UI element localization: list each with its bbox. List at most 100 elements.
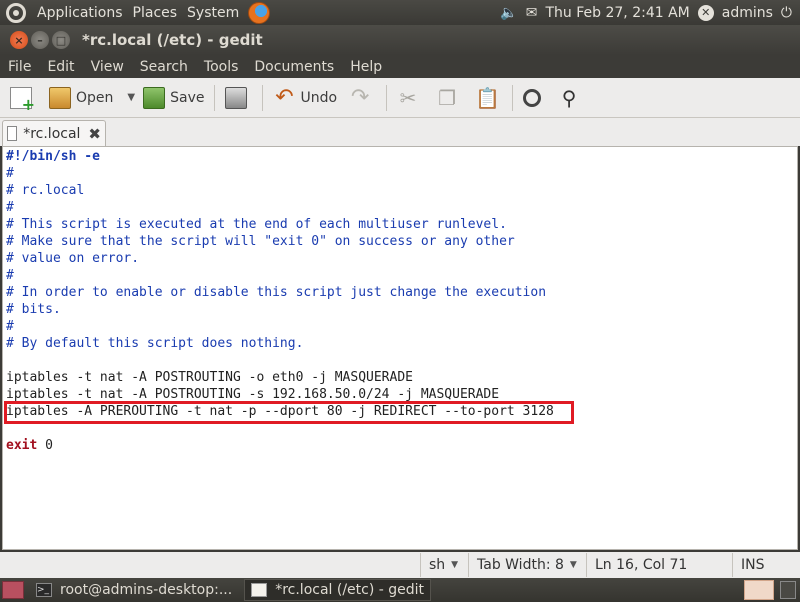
cut-button[interactable]: ✂ <box>391 82 430 114</box>
code-line[interactable]: # This script is executed at the end of … <box>6 216 794 233</box>
clipboard-icon: 📋 <box>475 85 500 110</box>
close-window-button[interactable]: × <box>10 31 28 49</box>
paste-button[interactable]: 📋 <box>469 82 508 114</box>
replace-button[interactable]: ⚲ <box>552 82 591 114</box>
code-line[interactable] <box>6 352 794 369</box>
user-icon[interactable]: ✕ <box>697 4 714 21</box>
toolbar-separator <box>386 84 388 111</box>
terminal-icon: >_ <box>36 583 52 597</box>
menu-search[interactable]: Search <box>132 59 196 75</box>
toolbar: Open ▼ Save ↶ Undo ↷ ✂ ❐ 📋 ⚲ <box>0 78 800 118</box>
taskbar-item-label: root@admins-desktop:... <box>60 582 233 598</box>
chevron-down-icon: ▼ <box>569 560 577 570</box>
code-line[interactable]: # By default this script does nothing. <box>6 335 794 352</box>
taskbar-item-terminal[interactable]: >_ root@admins-desktop:... <box>30 579 238 601</box>
copy-icon: ❐ <box>438 85 457 110</box>
window-titlebar[interactable]: × – □ *rc.local (/etc) - gedit <box>0 25 800 55</box>
copy-button[interactable]: ❐ <box>430 82 469 114</box>
code-line[interactable]: iptables -t nat -A POSTROUTING -o eth0 -… <box>6 369 794 386</box>
insert-mode: INS <box>732 553 800 577</box>
menu-file[interactable]: File <box>0 59 39 75</box>
bottom-panel: >_ root@admins-desktop:... *rc.local (/e… <box>0 578 800 602</box>
code-line[interactable]: # rc.local <box>6 182 794 199</box>
undo-button[interactable]: ↶ Undo <box>267 82 343 114</box>
folder-icon <box>49 86 71 109</box>
code-line[interactable]: #!/bin/sh -e <box>6 148 794 165</box>
save-label: Save <box>170 89 205 106</box>
minimize-window-button[interactable]: – <box>31 31 49 49</box>
maximize-window-button[interactable]: □ <box>52 31 70 49</box>
code-line[interactable]: # <box>6 165 794 182</box>
text-editor[interactable]: #!/bin/sh -e # # rc.local # # This script is… <box>2 146 798 550</box>
insert-mode-label: INS <box>741 557 765 573</box>
gedit-icon <box>251 583 268 597</box>
menu-help[interactable]: Help <box>342 59 390 75</box>
save-icon <box>143 86 166 109</box>
cursor-position: Ln 16, Col 71 <box>586 553 732 577</box>
code-line[interactable]: # <box>6 267 794 284</box>
trash-icon[interactable] <box>780 581 796 599</box>
open-label: Open <box>76 89 114 106</box>
menu-edit[interactable]: Edit <box>39 59 82 75</box>
code-line[interactable]: # bits. <box>6 301 794 318</box>
code-line[interactable]: # value on error. <box>6 250 794 267</box>
taskbar-item-label: *rc.local (/etc) - gedit <box>275 582 425 598</box>
power-icon[interactable]: ⏻ <box>781 5 792 21</box>
code-line[interactable]: # <box>6 318 794 335</box>
open-recent-dropdown[interactable]: ▼ <box>119 82 137 114</box>
toolbar-separator <box>262 84 264 111</box>
clock[interactable]: Thu Feb 27, 2:41 AM <box>546 5 690 21</box>
tab-label: *rc.local <box>23 125 81 142</box>
window-title: *rc.local (/etc) - gedit <box>82 31 263 49</box>
places-menu[interactable]: Places <box>128 5 183 21</box>
find-replace-icon: ⚲ <box>561 85 577 110</box>
redo-button[interactable]: ↷ <box>343 82 382 114</box>
workspace-switcher[interactable] <box>744 580 774 600</box>
toolbar-separator <box>512 84 514 111</box>
language-label: sh <box>429 557 446 573</box>
menu-documents[interactable]: Documents <box>246 59 342 75</box>
print-icon <box>225 86 248 109</box>
firefox-icon[interactable] <box>248 1 271 24</box>
menu-view[interactable]: View <box>83 59 132 75</box>
volume-icon[interactable]: 🔈 <box>500 5 517 21</box>
code-line[interactable]: exit 0 <box>6 437 794 454</box>
top-panel: Applications Places System 🔈 ✉ Thu Feb 2… <box>0 0 800 25</box>
user-name[interactable]: admins <box>722 5 773 21</box>
undo-label: Undo <box>300 89 338 106</box>
keyword-exit: exit <box>6 438 38 453</box>
highlight-annotation-box <box>4 401 574 424</box>
taskbar-item-gedit[interactable]: *rc.local (/etc) - gedit <box>244 579 432 601</box>
chevron-down-icon: ▼ <box>127 92 136 103</box>
statusbar: sh ▼ Tab Width: 8 ▼ Ln 16, Col 71 INS <box>0 552 800 578</box>
undo-icon: ↶ <box>275 84 294 110</box>
document-icon <box>7 126 18 141</box>
new-button[interactable] <box>4 82 43 114</box>
save-button[interactable]: Save <box>137 82 210 114</box>
system-menu[interactable]: System <box>182 5 244 21</box>
print-button[interactable] <box>219 82 258 114</box>
mail-icon[interactable]: ✉ <box>526 5 538 21</box>
language-selector[interactable]: sh ▼ <box>420 553 468 577</box>
redo-icon: ↷ <box>350 84 370 110</box>
code-line[interactable]: # <box>6 199 794 216</box>
cursor-position-label: Ln 16, Col 71 <box>595 557 688 573</box>
scissors-icon: ✂ <box>399 85 417 110</box>
code-line[interactable]: # In order to enable or disable this scr… <box>6 284 794 301</box>
applications-menu[interactable]: Applications <box>32 5 128 21</box>
tab-strip: *rc.local ✖ <box>0 118 800 146</box>
show-desktop-icon[interactable] <box>2 581 24 599</box>
new-document-icon <box>10 86 35 114</box>
code-line[interactable]: # Make sure that the script will "exit 0… <box>6 233 794 250</box>
chevron-down-icon: ▼ <box>451 560 459 570</box>
find-button[interactable] <box>517 82 552 114</box>
tab-rc-local[interactable]: *rc.local ✖ <box>2 120 106 146</box>
tab-width-selector[interactable]: Tab Width: 8 ▼ <box>468 553 586 577</box>
menu-tools[interactable]: Tools <box>196 59 247 75</box>
toolbar-separator <box>214 84 216 111</box>
close-icon[interactable]: ✖ <box>88 125 101 143</box>
tab-width-label: Tab Width: 8 <box>477 557 564 573</box>
open-button[interactable]: Open <box>43 82 119 114</box>
search-icon <box>523 88 542 107</box>
ubuntu-logo-icon[interactable] <box>6 2 26 23</box>
